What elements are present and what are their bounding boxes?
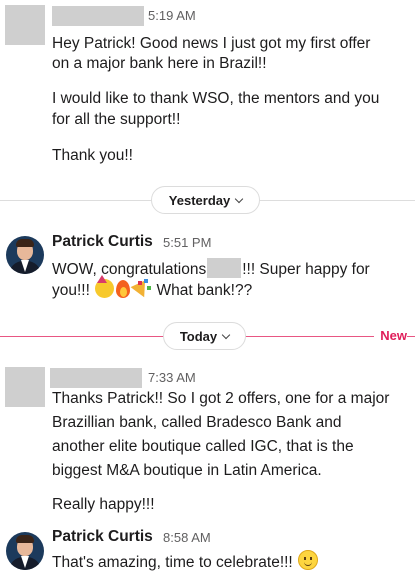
message-4: Patrick Curtis 8:58 AM That's amazing, t… (0, 524, 415, 580)
sender-name[interactable]: Patrick Curtis (52, 233, 153, 251)
date-divider-today[interactable]: Today (163, 322, 246, 350)
message-2: Patrick Curtis 5:51 PM WOW, congratulati… (0, 228, 415, 308)
message-text-line: Brazillian bank, called Bradesco Bank an… (52, 414, 342, 431)
message-timestamp[interactable]: 8:58 AM (163, 530, 211, 545)
avatar-redacted[interactable] (5, 367, 45, 407)
avatar-patrick-curtis[interactable] (6, 532, 44, 570)
message-text: WOW, congratulations (52, 261, 207, 278)
message-text-line: another elite boutique called IGC, that … (52, 438, 354, 455)
message-text: you!!! (52, 282, 90, 299)
message-timestamp[interactable]: 5:19 AM (148, 8, 196, 23)
slightly-smiling-face-icon[interactable] (298, 550, 319, 570)
message-text-line: you!!! What bank!?? (52, 275, 253, 304)
message-text-line: Thank you!! (52, 147, 133, 164)
message-1: 5:19 AM Hey Patrick! Good news I just go… (0, 0, 415, 180)
message-3: 7:33 AM Thanks Patrick!! So I got 2 offe… (0, 362, 415, 522)
message-text-line: Really happy!!! (52, 496, 155, 513)
chevron-down-icon (234, 194, 244, 203)
message-text-line: That's amazing, time to celebrate!!! (52, 550, 319, 576)
partying-face-icon[interactable] (95, 275, 115, 298)
avatar-redacted[interactable] (5, 5, 45, 45)
chevron-down-icon (221, 330, 231, 339)
sender-name[interactable]: Patrick Curtis (52, 528, 153, 546)
message-text-line: biggest M&A boutique in Latin America. (52, 462, 322, 479)
fire-icon[interactable] (116, 279, 131, 298)
avatar-patrick-curtis[interactable] (6, 236, 44, 274)
message-text-line: Thanks Patrick!! So I got 2 offers, one … (52, 390, 390, 407)
sender-name-redacted[interactable] (50, 368, 142, 388)
message-text: !!! Super happy for (242, 261, 370, 278)
message-text-line: for all the support!! (52, 111, 181, 128)
message-text: That's amazing, time to celebrate!!! (52, 554, 293, 571)
date-divider-label: Today (179, 328, 218, 344)
message-text: What bank!?? (156, 282, 253, 299)
date-divider-label: Yesterday (168, 192, 231, 208)
message-text-line: on a major bank here in Brazil!! (52, 55, 267, 72)
message-timestamp[interactable]: 5:51 PM (163, 235, 211, 250)
party-popper-icon[interactable] (132, 279, 151, 298)
redacted-name (207, 258, 242, 278)
new-messages-label: New (374, 328, 407, 343)
sender-name-redacted[interactable] (52, 6, 144, 26)
date-divider-yesterday[interactable]: Yesterday (151, 186, 260, 214)
message-timestamp[interactable]: 7:33 AM (148, 370, 196, 385)
